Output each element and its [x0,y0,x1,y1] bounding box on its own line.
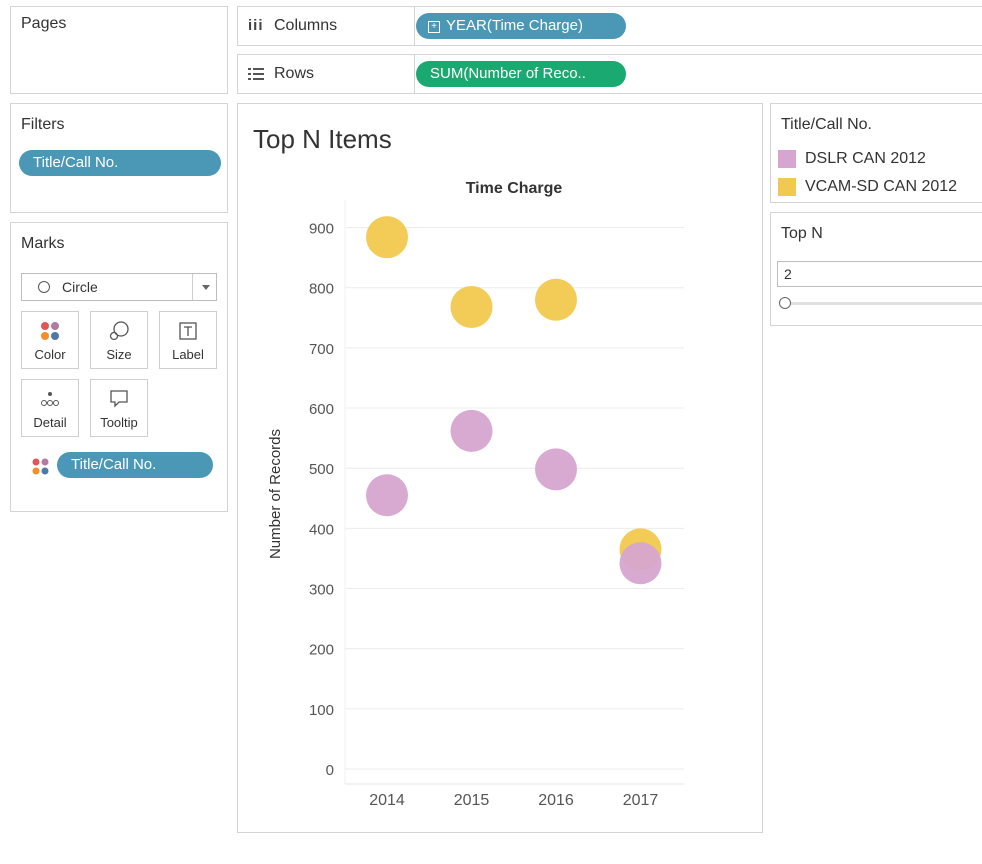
columns-pill-text: YEAR(Time Charge) [446,17,583,34]
topn-slider-track[interactable] [785,302,982,305]
rows-label: Rows [274,65,315,82]
data-point [535,278,577,321]
data-point [366,216,408,259]
topn-value: 2 [784,266,792,282]
y-tick-label: 700 [309,341,334,358]
x-tick-label: 2017 [623,792,659,809]
rows-pill[interactable]: SUM(Number of Reco.. [416,61,626,87]
tooltip-button[interactable]: Tooltip [90,379,148,437]
scatter-chart: Time Charge 0 100 200 300 400 500 600 700 800 900 N… [267,180,684,809]
topn-parameter: Top N 2 [770,212,982,326]
pages-shelf[interactable]: Pages [10,6,228,94]
view-title: Top N Items [253,124,392,154]
topn-title: Top N [781,225,823,242]
tooltip-button-label: Tooltip [100,415,138,430]
detail-button[interactable]: Detail [21,379,79,437]
columns-label: Columns [274,17,338,34]
chevron-down-icon [202,285,210,290]
y-tick-label: 900 [309,221,334,238]
pages-title: Pages [21,15,67,32]
dropdown-divider [192,274,193,300]
y-tick-label: 800 [309,281,334,298]
filters-title: Filters [21,116,65,133]
columns-shelf[interactable]: iii Columns + YEAR(Time Charge) [237,6,982,46]
size-button[interactable]: Size [90,311,148,369]
label-icon [160,320,216,342]
color-legend: Title/Call No. DSLR CAN 2012 VCAM-SD CAN… [770,103,982,203]
data-point [366,474,408,517]
x-tick-label: 2014 [369,792,405,809]
data-point [619,542,662,585]
detail-icon [22,388,78,410]
size-icon [91,320,147,342]
mark-type-value: Circle [62,279,98,295]
legend-swatch-dslr[interactable] [778,150,796,168]
y-tick-label: 300 [309,582,334,599]
marks-title: Marks [21,235,65,252]
topn-slider-handle[interactable] [779,297,791,309]
color-button[interactable]: Color [21,311,79,369]
marks-card: Marks Circle Color Size Label Detail Too… [10,222,228,512]
data-point [450,285,493,328]
x-tick-label: 2015 [454,792,490,809]
legend-swatch-vcam[interactable] [778,178,796,196]
legend-label-vcam[interactable]: VCAM-SD CAN 2012 [805,178,957,196]
columns-icon: iii [248,17,264,34]
marks-color-pill[interactable]: Title/Call No. [57,452,213,478]
y-tick-label: 100 [309,702,334,719]
label-button[interactable]: Label [159,311,217,369]
x-tick-label: 2016 [538,792,574,809]
filters-shelf[interactable]: Filters Title/Call No. [10,103,228,213]
data-point [450,409,493,452]
y-tick-label: 200 [309,642,334,659]
rows-icon [248,67,264,81]
y-axis-label: Number of Records [267,429,284,559]
columns-divider [414,7,415,45]
chart-title: Time Charge [466,180,563,197]
legend-title: Title/Call No. [781,116,872,133]
color-dots-icon [31,457,51,482]
chart-view: Top N Items Time Charge 0 100 200 300 400 500 6… [237,103,763,833]
rows-divider [414,55,415,93]
label-button-label: Label [172,347,204,362]
y-tick-label: 600 [309,401,334,418]
y-tick-label: 0 [326,762,334,779]
detail-button-label: Detail [33,415,67,430]
y-tick-label: 400 [309,521,334,538]
legend-label-dslr[interactable]: DSLR CAN 2012 [805,150,926,168]
columns-pill[interactable]: + YEAR(Time Charge) [416,13,626,39]
size-button-label: Size [106,347,132,362]
color-icon [22,320,78,342]
y-tick-label: 500 [309,461,334,478]
tooltip-icon [91,388,147,410]
filter-pill[interactable]: Title/Call No. [19,150,221,176]
mark-type-dropdown[interactable]: Circle [21,273,217,301]
circle-icon [38,281,50,293]
topn-input[interactable]: 2 [777,261,982,287]
color-button-label: Color [34,347,66,362]
expand-icon: + [428,21,440,33]
rows-shelf[interactable]: Rows SUM(Number of Reco.. [237,54,982,94]
data-point [535,448,577,491]
